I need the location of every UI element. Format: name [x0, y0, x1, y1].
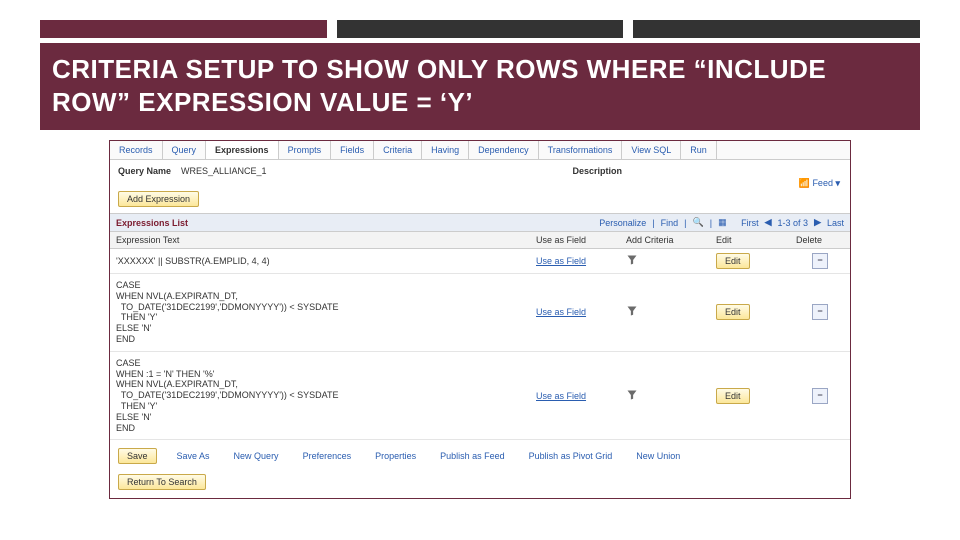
- tab-criteria[interactable]: Criteria: [374, 141, 422, 159]
- use-as-field-link[interactable]: Use as Field: [530, 252, 620, 270]
- slide-title: CRITERIA SETUP TO SHOW ONLY ROWS WHERE “…: [52, 53, 908, 118]
- slide-accent-bars: [0, 0, 960, 38]
- table-row: 'XXXXXX' || SUBSTR(A.EMPLID, 4, 4)Use as…: [110, 249, 850, 274]
- expressions-list-title: Expressions List: [116, 218, 188, 228]
- query-name-value: WRES_ALLIANCE_1: [181, 166, 267, 176]
- slide-title-band: CRITERIA SETUP TO SHOW ONLY ROWS WHERE “…: [40, 43, 920, 130]
- add-criteria-button[interactable]: [620, 250, 710, 272]
- column-header: Use as Field: [530, 232, 620, 248]
- expression-text: 'XXXXXX' || SUBSTR(A.EMPLID, 4, 4): [110, 250, 530, 273]
- tab-prompts[interactable]: Prompts: [279, 141, 332, 159]
- column-header: Expression Text: [110, 232, 530, 248]
- tab-records[interactable]: Records: [110, 141, 163, 159]
- edit-button[interactable]: Edit: [716, 388, 750, 404]
- filter-icon: [626, 254, 638, 266]
- query-header: Query Name WRES_ALLIANCE_1 Description: [110, 160, 850, 178]
- footer-link-save-as[interactable]: Save As: [177, 451, 210, 461]
- expression-text: CASE WHEN NVL(A.EXPIRATN_DT, TO_DATE('31…: [110, 274, 530, 351]
- download-icon[interactable]: ▦: [718, 217, 727, 228]
- query-manager-panel: RecordsQueryExpressionsPromptsFieldsCrit…: [109, 140, 851, 499]
- footer-link-preferences[interactable]: Preferences: [303, 451, 352, 461]
- first-link[interactable]: First: [741, 218, 759, 228]
- add-criteria-button[interactable]: [620, 301, 710, 323]
- range-text: 1-3 of 3: [778, 218, 809, 228]
- column-headers: Expression TextUse as FieldAdd CriteriaE…: [110, 232, 850, 249]
- chevron-right-icon[interactable]: ▶: [814, 217, 821, 228]
- tab-query[interactable]: Query: [163, 141, 207, 159]
- tab-dependency[interactable]: Dependency: [469, 141, 539, 159]
- tab-transformations[interactable]: Transformations: [539, 141, 623, 159]
- tab-run[interactable]: Run: [681, 141, 717, 159]
- edit-button[interactable]: Edit: [716, 304, 750, 320]
- return-to-search-button[interactable]: Return To Search: [118, 474, 206, 490]
- footer-link-publish-as-pivot-grid[interactable]: Publish as Pivot Grid: [529, 451, 613, 461]
- footer-link-new-union[interactable]: New Union: [636, 451, 680, 461]
- use-as-field-link[interactable]: Use as Field: [530, 387, 620, 405]
- find-link[interactable]: Find: [661, 218, 679, 228]
- expressions-list-header: Expressions List Personalize | Find | 🔍 …: [110, 213, 850, 232]
- zoom-icon[interactable]: 🔍: [693, 217, 704, 228]
- expression-text: CASE WHEN :1 = 'N' THEN '%' WHEN NVL(A.E…: [110, 352, 530, 440]
- footer-actions: Save Save As New Query Preferences Properti…: [110, 440, 850, 468]
- tab-fields[interactable]: Fields: [331, 141, 374, 159]
- column-header: Add Criteria: [620, 232, 710, 248]
- filter-icon: [626, 389, 638, 401]
- footer-link-new-query[interactable]: New Query: [234, 451, 279, 461]
- description-label: Description: [572, 166, 622, 176]
- edit-button[interactable]: Edit: [716, 253, 750, 269]
- feed-link[interactable]: 📶 Feed ▾: [799, 178, 840, 188]
- tab-having[interactable]: Having: [422, 141, 469, 159]
- footer-link-publish-as-feed[interactable]: Publish as Feed: [440, 451, 505, 461]
- table-row: CASE WHEN NVL(A.EXPIRATN_DT, TO_DATE('31…: [110, 274, 850, 352]
- delete-button[interactable]: −: [812, 304, 828, 320]
- save-button[interactable]: Save: [118, 448, 157, 464]
- delete-button[interactable]: −: [812, 253, 828, 269]
- chevron-down-icon: ▾: [835, 178, 840, 188]
- column-header: Edit: [710, 232, 790, 248]
- chevron-left-icon[interactable]: ◀: [765, 217, 772, 228]
- feed-icon: 📶: [799, 178, 810, 188]
- table-row: CASE WHEN :1 = 'N' THEN '%' WHEN NVL(A.E…: [110, 352, 850, 441]
- tab-expressions[interactable]: Expressions: [206, 141, 279, 159]
- tab-view-sql[interactable]: View SQL: [622, 141, 681, 159]
- query-name-label: Query Name: [118, 166, 171, 176]
- tab-strip: RecordsQueryExpressionsPromptsFieldsCrit…: [110, 141, 850, 160]
- add-expression-button[interactable]: Add Expression: [118, 191, 199, 207]
- add-criteria-button[interactable]: [620, 385, 710, 407]
- personalize-link[interactable]: Personalize: [599, 218, 646, 228]
- delete-button[interactable]: −: [812, 388, 828, 404]
- use-as-field-link[interactable]: Use as Field: [530, 303, 620, 321]
- footer-link-properties[interactable]: Properties: [375, 451, 416, 461]
- filter-icon: [626, 305, 638, 317]
- column-header: Delete: [790, 232, 850, 248]
- last-link[interactable]: Last: [827, 218, 844, 228]
